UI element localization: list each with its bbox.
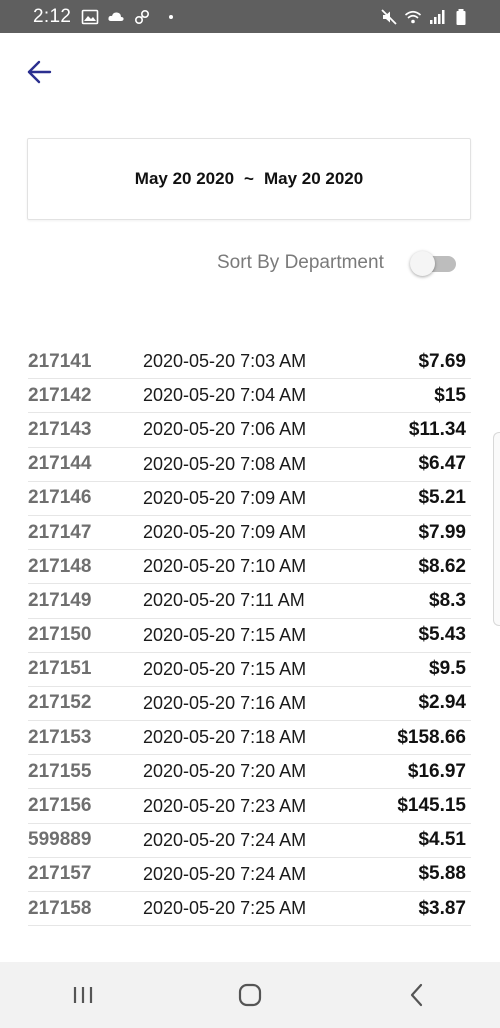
home-icon [238, 983, 262, 1007]
order-amount: $145.15 [397, 795, 466, 817]
order-id: 217155 [28, 760, 92, 782]
order-datetime: 2020-05-20 7:24 AM [143, 863, 307, 884]
date-range-selector[interactable]: May 20 2020 ~ May 20 2020 [27, 138, 471, 220]
order-row[interactable]: 217147 2020-05-20 7:09 AM $7.99 [28, 516, 471, 551]
recent-apps-icon [74, 987, 93, 1003]
mute-icon [381, 8, 397, 25]
order-datetime: 2020-05-20 7:11 AM [143, 590, 305, 611]
order-id: 217158 [28, 897, 92, 919]
order-row[interactable]: 217143 2020-05-20 7:06 AM $11.34 [28, 413, 471, 448]
order-amount: $4.51 [418, 829, 466, 851]
link-icon [135, 9, 150, 24]
order-id: 217153 [28, 726, 92, 748]
order-datetime: 2020-05-20 7:16 AM [143, 692, 307, 713]
order-amount: $16.97 [407, 760, 466, 782]
order-id: 217148 [28, 555, 92, 577]
order-id: 217152 [28, 692, 92, 714]
order-amount: $5.21 [418, 487, 466, 509]
system-nav-bar [0, 962, 500, 1028]
order-id: 217156 [28, 795, 92, 817]
order-amount: $7.99 [418, 521, 466, 543]
order-row[interactable]: 217144 2020-05-20 7:08 AM $6.47 [28, 448, 471, 482]
order-amount: $7.69 [418, 350, 466, 372]
order-datetime: 2020-05-20 7:06 AM [143, 419, 307, 440]
sort-by-department-label: Sort By Department [217, 252, 384, 273]
order-amount: $8.3 [429, 589, 466, 611]
order-row[interactable]: 217148 2020-05-20 7:10 AM $8.62 [28, 550, 471, 585]
status-left-icons [81, 8, 174, 26]
order-id: 217149 [28, 589, 92, 611]
order-datetime: 2020-05-20 7:15 AM [143, 624, 307, 645]
order-row[interactable]: 217153 2020-05-20 7:18 AM $158.66 [28, 721, 471, 756]
wifi-icon [404, 10, 422, 23]
notification-dot-icon [169, 14, 174, 19]
order-datetime: 2020-05-20 7:03 AM [143, 351, 307, 372]
order-row[interactable]: 217158 2020-05-20 7:25 AM $3.87 [28, 892, 471, 927]
battery-icon [456, 8, 466, 25]
order-row[interactable]: 217141 2020-05-20 7:03 AM $7.69 [28, 345, 471, 380]
order-id: 217157 [28, 863, 92, 885]
order-row[interactable]: 599889 2020-05-20 7:24 AM $4.51 [28, 824, 471, 858]
order-datetime: 2020-05-20 7:08 AM [143, 453, 307, 474]
order-amount: $9.5 [429, 658, 466, 680]
order-id: 217144 [28, 453, 92, 475]
order-amount: $2.94 [418, 692, 466, 714]
order-amount: $8.62 [418, 555, 466, 577]
order-datetime: 2020-05-20 7:18 AM [143, 727, 307, 748]
status-right-icons [380, 0, 470, 33]
order-id: 217142 [28, 384, 92, 406]
order-datetime: 2020-05-20 7:09 AM [143, 522, 307, 543]
order-datetime: 2020-05-20 7:23 AM [143, 795, 307, 816]
order-datetime: 2020-05-20 7:04 AM [143, 385, 307, 406]
signal-icon [430, 9, 445, 24]
scrollbar-handle[interactable] [493, 432, 500, 626]
order-id: 217146 [28, 487, 92, 509]
order-datetime: 2020-05-20 7:24 AM [143, 829, 307, 850]
arrow-left-icon [27, 60, 52, 84]
order-id: 217150 [28, 624, 92, 646]
date-range-separator: ~ [244, 169, 254, 188]
order-row[interactable]: 217151 2020-05-20 7:15 AM $9.5 [28, 653, 471, 687]
order-amount: $11.34 [408, 418, 466, 440]
order-id: 217141 [28, 350, 92, 372]
image-icon [81, 9, 99, 24]
system-back-button[interactable] [387, 975, 447, 1015]
order-row[interactable]: 217155 2020-05-20 7:20 AM $16.97 [28, 755, 471, 790]
date-range-start: May 20 2020 [134, 169, 235, 188]
order-id: 217151 [28, 658, 92, 680]
back-icon [410, 983, 422, 1007]
order-datetime: 2020-05-20 7:09 AM [143, 487, 307, 508]
order-amount: $6.47 [418, 453, 466, 475]
order-datetime: 2020-05-20 7:25 AM [143, 898, 307, 919]
order-amount: $158.66 [397, 726, 466, 748]
order-id: 599889 [28, 829, 92, 851]
order-row[interactable]: 217157 2020-05-20 7:24 AM $5.88 [28, 858, 471, 892]
order-id: 217147 [28, 521, 92, 543]
order-row[interactable]: 217156 2020-05-20 7:23 AM $145.15 [28, 789, 471, 824]
order-amount: $5.88 [418, 863, 466, 885]
order-amount: $15 [434, 384, 466, 406]
status-time: 2:12 [33, 5, 72, 27]
order-id: 217143 [28, 418, 92, 440]
order-row[interactable]: 217150 2020-05-20 7:15 AM $5.43 [28, 619, 471, 653]
order-datetime: 2020-05-20 7:15 AM [143, 658, 307, 679]
order-datetime: 2020-05-20 7:20 AM [143, 761, 307, 782]
order-row[interactable]: 217152 2020-05-20 7:16 AM $2.94 [28, 687, 471, 722]
order-row[interactable]: 217146 2020-05-20 7:09 AM $5.21 [28, 482, 471, 516]
cloud-icon [108, 11, 124, 21]
home-button[interactable] [220, 975, 280, 1015]
order-row[interactable]: 217149 2020-05-20 7:11 AM $8.3 [28, 584, 471, 619]
recent-apps-button[interactable] [53, 975, 113, 1015]
order-row[interactable]: 217142 2020-05-20 7:04 AM $15 [28, 379, 471, 414]
sort-by-department-toggle[interactable] [410, 250, 458, 276]
order-amount: $3.87 [418, 897, 466, 919]
toggle-thumb [410, 251, 435, 276]
order-amount: $5.43 [418, 624, 466, 646]
status-bar: 2:12 [0, 0, 500, 33]
date-range-end: May 20 2020 [263, 169, 364, 188]
orders-list: 217141 2020-05-20 7:03 AM $7.69 217142 2020-… [28, 345, 471, 927]
order-datetime: 2020-05-20 7:10 AM [143, 556, 307, 577]
back-button[interactable] [22, 56, 56, 88]
